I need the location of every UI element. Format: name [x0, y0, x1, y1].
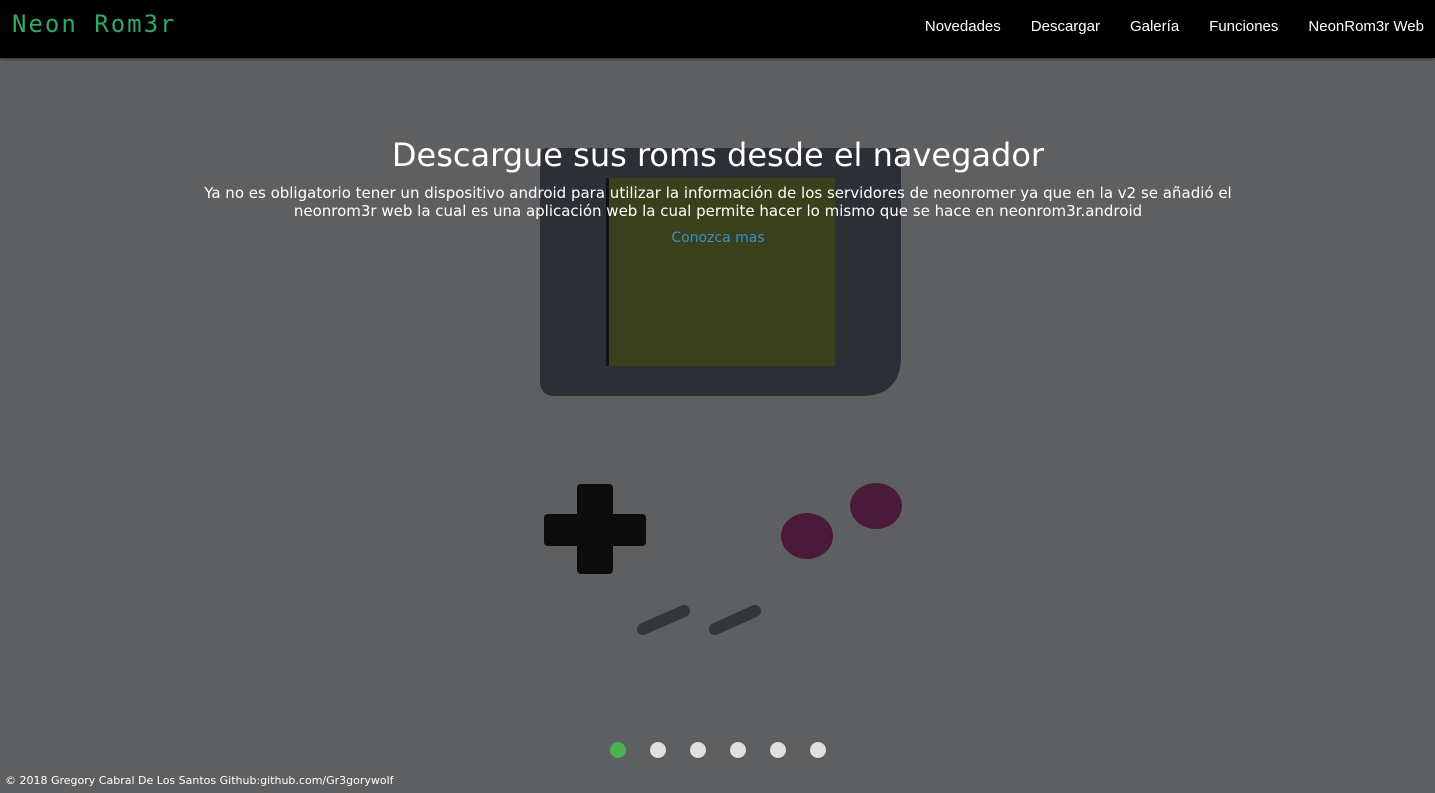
carousel-indicator-4[interactable]	[729, 742, 746, 758]
nav-links: Novedades Descargar Galería Funciones Ne…	[925, 18, 1424, 35]
learn-more-link[interactable]: Conozca mas	[671, 230, 764, 246]
footer-copyright: © 2018 Gregory Cabral De Los Santos Gith…	[5, 774, 394, 787]
brand-logo[interactable]: Neon Rom3r	[12, 10, 177, 38]
nav-link-descargar[interactable]: Descargar	[1031, 18, 1100, 35]
top-navbar: Neon Rom3r Novedades Descargar Galería F…	[0, 0, 1435, 58]
button-b	[781, 513, 833, 559]
start-button	[709, 605, 761, 635]
carousel-indicator-1[interactable]	[609, 742, 626, 758]
carousel-indicators	[0, 742, 1435, 758]
nav-link-funciones[interactable]: Funciones	[1209, 18, 1278, 35]
nav-link-novedades[interactable]: Novedades	[925, 18, 1001, 35]
carousel-caption: Descargue sus roms desde el navegador Ya…	[200, 136, 1236, 246]
carousel-indicator-3[interactable]	[689, 742, 706, 758]
carousel-indicator-2[interactable]	[649, 742, 666, 758]
hero-carousel: Descargue sus roms desde el navegador Ya…	[0, 58, 1435, 793]
hero-text: Ya no es obligatorio tener un dispositiv…	[204, 184, 1232, 220]
carousel-indicator-5[interactable]	[769, 742, 786, 758]
dpad-horizontal	[544, 514, 646, 546]
hero-title: Descargue sus roms desde el navegador	[391, 136, 1045, 174]
nav-link-neonrom3r-web[interactable]: NeonRom3r Web	[1308, 18, 1424, 35]
button-a	[850, 483, 902, 529]
select-button	[637, 605, 690, 635]
nav-link-galeria[interactable]: Galería	[1130, 18, 1179, 35]
carousel-indicator-6[interactable]	[809, 742, 826, 758]
